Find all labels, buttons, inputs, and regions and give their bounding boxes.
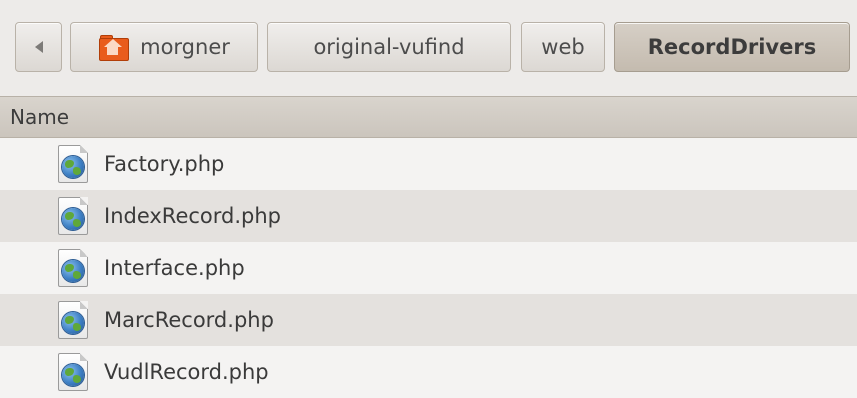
file-row[interactable]: Interface.php: [0, 242, 857, 294]
file-name: Interface.php: [104, 256, 245, 280]
crumb-home-label: morgner: [140, 35, 230, 59]
file-name: MarcRecord.php: [104, 308, 274, 332]
crumb-label: web: [541, 35, 585, 59]
file-list: Factory.php IndexRecord.php Interface.ph…: [0, 138, 857, 398]
file-manager-window: morgner original-vufind web RecordDriver…: [0, 0, 857, 398]
php-file-icon: [58, 197, 88, 235]
php-file-icon: [58, 353, 88, 391]
file-row[interactable]: MarcRecord.php: [0, 294, 857, 346]
column-header-name[interactable]: Name: [0, 96, 857, 138]
php-file-icon: [58, 301, 88, 339]
column-header-label: Name: [10, 105, 70, 129]
php-file-icon: [58, 145, 88, 183]
file-row[interactable]: IndexRecord.php: [0, 190, 857, 242]
php-file-icon: [58, 249, 88, 287]
path-bar: morgner original-vufind web RecordDriver…: [0, 0, 857, 96]
crumb-home-button[interactable]: morgner: [70, 22, 258, 72]
crumb-web-button[interactable]: web: [521, 22, 605, 72]
crumb-label: RecordDrivers: [647, 35, 817, 59]
crumb-original-vufind-button[interactable]: original-vufind: [267, 22, 511, 72]
crumb-label: original-vufind: [313, 35, 465, 59]
file-name: Factory.php: [104, 152, 225, 176]
file-row[interactable]: Factory.php: [0, 138, 857, 190]
crumb-recorddrivers-button[interactable]: RecordDrivers: [614, 22, 850, 72]
left-arrow-icon: [34, 41, 43, 53]
file-name: VudlRecord.php: [104, 360, 269, 384]
file-row[interactable]: VudlRecord.php: [0, 346, 857, 398]
home-folder-icon: [98, 34, 130, 61]
path-back-button[interactable]: [15, 22, 62, 72]
file-name: IndexRecord.php: [104, 204, 282, 228]
